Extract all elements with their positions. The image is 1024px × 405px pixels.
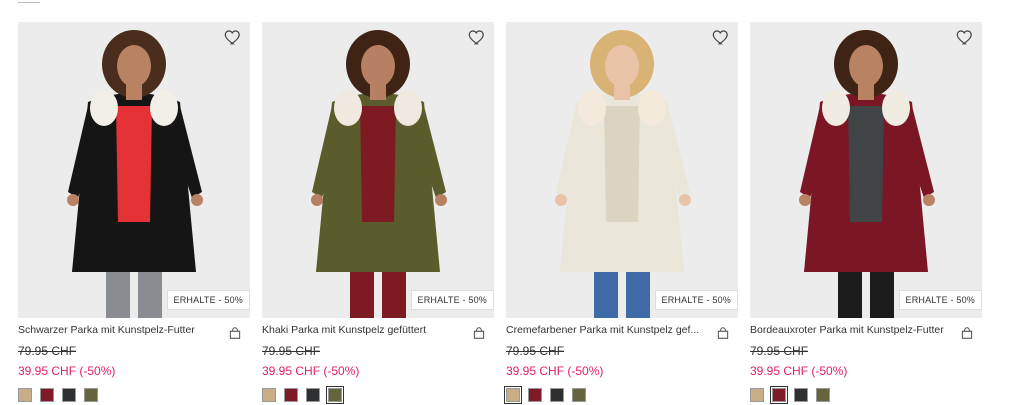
old-price: 79.95 CHF [18, 344, 77, 358]
top-divider-fragment [18, 0, 40, 3]
product-card[interactable]: ERHALTE - 50% Schwarzer Parka mit Kunstp… [18, 22, 250, 402]
heart-icon[interactable] [468, 28, 486, 46]
model-fur-collar [90, 90, 118, 126]
shopping-bag-icon[interactable] [472, 326, 486, 340]
model-hand [191, 194, 203, 206]
heart-icon[interactable] [712, 28, 730, 46]
discount-badge: ERHALTE - 50% [654, 290, 738, 310]
model-fur-collar [394, 90, 422, 126]
color-swatch[interactable] [750, 388, 764, 402]
color-swatch[interactable] [528, 388, 542, 402]
model-fur-collar [150, 90, 178, 126]
sale-price: 39.95 CHF (-50%) [750, 364, 848, 378]
product-title[interactable]: Khaki Parka mit Kunstpelz gefüttert [262, 324, 462, 337]
color-swatch[interactable] [770, 386, 788, 404]
model-hand [67, 194, 79, 206]
model-face [849, 45, 883, 87]
heart-icon[interactable] [224, 28, 242, 46]
model-hand [555, 194, 567, 206]
product-title[interactable]: Bordeauxroter Parka mit Kunstpelz-Futter [750, 324, 950, 337]
discount-badge: ERHALTE - 50% [410, 290, 494, 310]
model-fur-collar [638, 90, 666, 126]
product-card[interactable]: ERHALTE - 50% Cremefarbener Parka mit Ku… [504, 22, 738, 404]
shopping-bag-icon[interactable] [228, 326, 242, 340]
product-photo [311, 30, 447, 318]
color-swatch[interactable] [40, 388, 54, 402]
sale-price: 39.95 CHF (-50%) [262, 364, 360, 378]
color-swatches [504, 386, 738, 404]
product-title[interactable]: Cremefarbener Parka mit Kunstpelz gef... [506, 324, 706, 337]
color-swatch[interactable] [504, 386, 522, 404]
color-swatches [750, 386, 982, 404]
discount-badge: ERHALTE - 50% [166, 290, 250, 310]
product-grid: ERHALTE - 50% Schwarzer Parka mit Kunstp… [18, 22, 982, 404]
color-swatches [18, 388, 250, 402]
color-swatch[interactable] [572, 388, 586, 402]
product-card[interactable]: ERHALTE - 50% Bordeauxroter Parka mit Ku… [750, 22, 982, 404]
color-swatch[interactable] [284, 388, 298, 402]
model-inner-top [116, 106, 152, 222]
color-swatch[interactable] [816, 388, 830, 402]
product-image[interactable]: ERHALTE - 50% [506, 22, 738, 318]
model-face [605, 45, 639, 87]
product-image[interactable]: ERHALTE - 50% [750, 22, 982, 318]
product-image[interactable]: ERHALTE - 50% [262, 22, 494, 318]
old-price: 79.95 CHF [506, 344, 565, 358]
model-hand [435, 194, 447, 206]
shopping-bag-icon[interactable] [716, 326, 730, 340]
model-fur-collar [822, 90, 850, 126]
color-swatch[interactable] [326, 386, 344, 404]
model-fur-collar [882, 90, 910, 126]
sale-price: 39.95 CHF (-50%) [506, 364, 604, 378]
shopping-bag-icon[interactable] [960, 326, 974, 340]
model-face [361, 45, 395, 87]
old-price: 79.95 CHF [750, 344, 809, 358]
color-swatch[interactable] [18, 388, 32, 402]
model-hand [311, 194, 323, 206]
model-inner-top [360, 106, 396, 222]
product-image[interactable]: ERHALTE - 50% [18, 22, 250, 318]
color-swatch[interactable] [62, 388, 76, 402]
color-swatch[interactable] [84, 388, 98, 402]
model-inner-top [848, 106, 884, 222]
color-swatch[interactable] [794, 388, 808, 402]
model-hand [679, 194, 691, 206]
model-fur-collar [578, 90, 606, 126]
model-hand [799, 194, 811, 206]
heart-icon[interactable] [956, 28, 974, 46]
model-inner-top [604, 106, 640, 222]
color-swatches [262, 386, 494, 404]
sale-price: 39.95 CHF (-50%) [18, 364, 116, 378]
model-hand [923, 194, 935, 206]
product-photo [555, 30, 691, 318]
color-swatch[interactable] [262, 388, 276, 402]
product-photo [67, 30, 203, 318]
color-swatch[interactable] [306, 388, 320, 402]
model-face [117, 45, 151, 87]
color-swatch[interactable] [550, 388, 564, 402]
discount-badge: ERHALTE - 50% [898, 290, 982, 310]
model-fur-collar [334, 90, 362, 126]
old-price: 79.95 CHF [262, 344, 321, 358]
product-title[interactable]: Schwarzer Parka mit Kunstpelz-Futter [18, 324, 218, 337]
product-photo [799, 30, 935, 318]
product-card[interactable]: ERHALTE - 50% Khaki Parka mit Kunstpelz … [262, 22, 494, 404]
